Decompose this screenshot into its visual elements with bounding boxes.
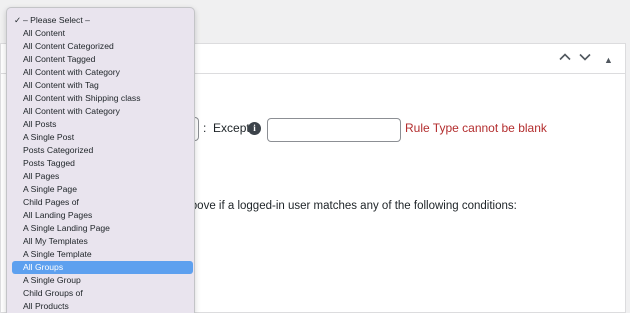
rule-type-dropdown[interactable]: ✓ – Please Select – All Content All Content… <box>6 7 195 313</box>
triangle-up-icon[interactable]: ▲ <box>604 51 613 69</box>
dropdown-option[interactable]: Posts Categorized <box>12 144 193 157</box>
dropdown-option-label: All Groups <box>23 262 64 272</box>
dropdown-option[interactable]: All Content Categorized <box>12 40 193 53</box>
except-input[interactable] <box>267 118 401 142</box>
dropdown-option[interactable]: ✓ – Please Select – <box>12 14 193 27</box>
dropdown-option-label: All Content with Category <box>23 67 120 77</box>
dropdown-option-label: A Single Post <box>23 132 75 142</box>
dropdown-option-label: Posts Categorized <box>23 145 94 155</box>
dropdown-option-label: A Single Landing Page <box>23 223 110 233</box>
dropdown-option-label: All Landing Pages <box>23 210 93 220</box>
dropdown-option-label: All Content with Tag <box>23 80 99 90</box>
dropdown-option-label: A Single Page <box>23 184 77 194</box>
dropdown-option-label: All Content with Shipping class <box>23 93 141 103</box>
dropdown-option[interactable]: All Content with Category <box>12 66 193 79</box>
dropdown-option-label: A Single Group <box>23 275 81 285</box>
dropdown-option-label: All Content <box>23 28 66 38</box>
dropdown-option[interactable]: All Content with Category <box>12 105 193 118</box>
dropdown-option-label: All Posts <box>23 119 57 129</box>
dropdown-option[interactable]: A Single Group <box>12 274 193 287</box>
dropdown-option-label: All My Templates <box>23 236 88 246</box>
dropdown-option[interactable]: All Landing Pages <box>12 209 193 222</box>
except-label-text: Except <box>213 121 250 135</box>
dropdown-option[interactable]: Posts Tagged <box>12 157 193 170</box>
dropdown-option[interactable]: A Single Post <box>12 131 193 144</box>
dropdown-option-label: All Content Tagged <box>23 54 96 64</box>
except-label: : Except <box>203 121 250 135</box>
dropdown-option[interactable]: Child Groups of <box>12 287 193 300</box>
chevron-down-icon[interactable] <box>578 50 592 68</box>
dropdown-option-label: All Content with Category <box>23 106 120 116</box>
dropdown-option[interactable]: All Content Tagged <box>12 53 193 66</box>
dropdown-option[interactable]: All Posts <box>12 118 193 131</box>
dropdown-option[interactable]: All Pages <box>12 170 193 183</box>
dropdown-option[interactable]: All Content with Shipping class <box>12 92 193 105</box>
dropdown-option[interactable]: All My Templates <box>12 235 193 248</box>
dropdown-option[interactable]: All Content with Tag <box>12 79 193 92</box>
separator: : <box>203 121 207 135</box>
dropdown-option-label: Posts Tagged <box>23 158 75 168</box>
dropdown-option[interactable]: All Groups <box>12 261 193 274</box>
dropdown-option[interactable]: Child Pages of <box>12 196 193 209</box>
conditions-text: t above if a logged-in user matches any … <box>178 200 517 212</box>
dropdown-option-label: All Products <box>23 301 69 311</box>
error-message: Rule Type cannot be blank <box>405 121 547 135</box>
dropdown-option-label: Child Pages of <box>23 197 79 207</box>
chevron-up-icon[interactable] <box>558 50 572 68</box>
dropdown-option-label: Child Groups of <box>23 288 83 298</box>
dropdown-option-label: A Single Template <box>23 249 92 259</box>
dropdown-option-label: All Content Categorized <box>23 41 114 51</box>
dropdown-option[interactable]: A Single Page <box>12 183 193 196</box>
dropdown-option[interactable]: A Single Template <box>12 248 193 261</box>
dropdown-option[interactable]: All Content <box>12 27 193 40</box>
dropdown-option[interactable]: All Products <box>12 300 193 313</box>
checkmark-icon: ✓ <box>14 15 22 25</box>
dropdown-option[interactable]: A Single Landing Page <box>12 222 193 235</box>
dropdown-option-label: All Pages <box>23 171 60 181</box>
dropdown-option-label: – Please Select – <box>23 15 90 25</box>
info-icon[interactable]: i <box>248 122 261 135</box>
